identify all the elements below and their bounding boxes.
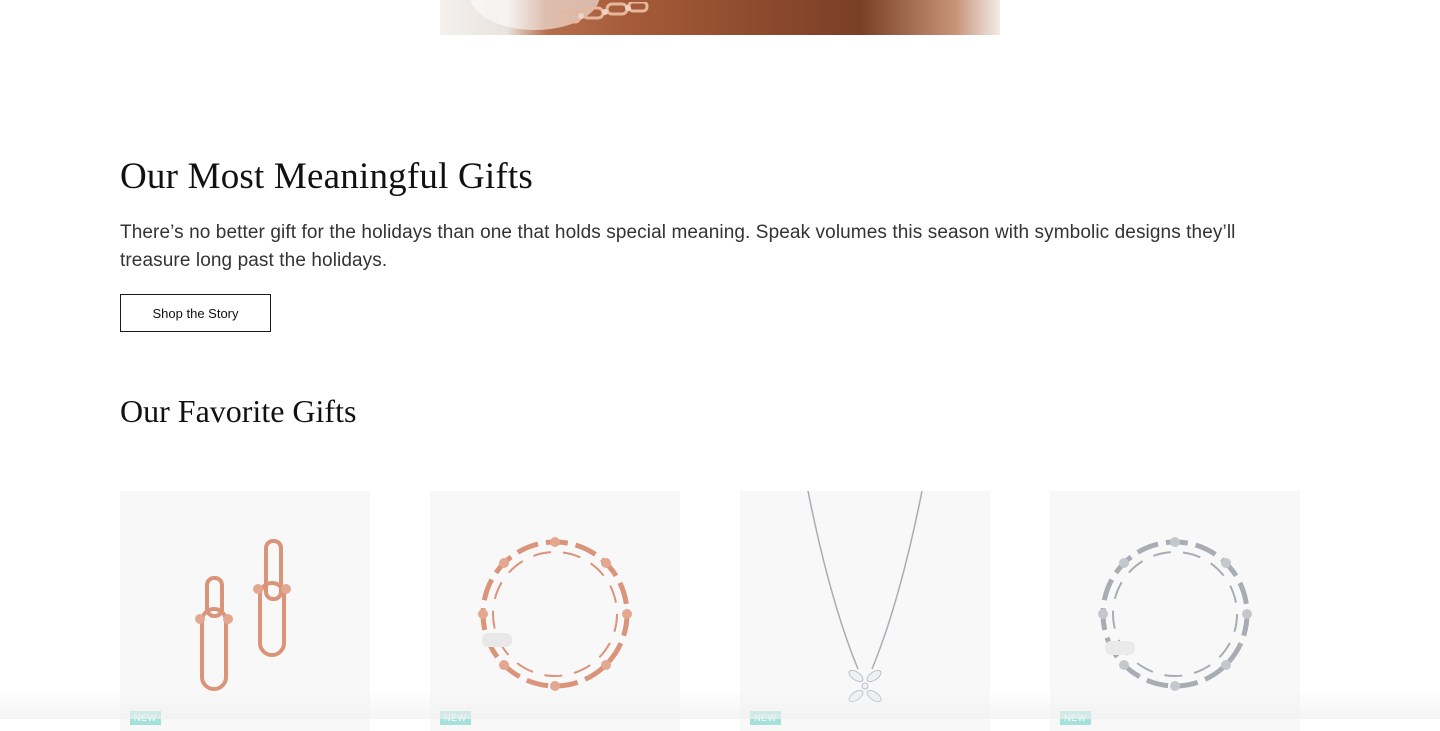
rose-gold-link-bracelet-icon — [478, 537, 632, 691]
shop-the-story-button[interactable]: Shop the Story — [120, 294, 271, 332]
section-title-favorite-gifts: Our Favorite Gifts — [120, 393, 357, 429]
new-badge: NEW — [130, 711, 161, 725]
new-badge: NEW — [440, 711, 471, 725]
rose-gold-link-earrings-icon — [195, 539, 291, 691]
product-card[interactable]: NEW — [740, 491, 990, 731]
product-card[interactable]: NEW — [120, 491, 370, 731]
new-badge: NEW — [750, 711, 781, 725]
silver-link-bracelet-icon — [1098, 537, 1252, 691]
section-description: There’s no better gift for the holidays … — [120, 222, 1236, 271]
product-card[interactable]: NEW — [1050, 491, 1300, 731]
diamond-flower-necklace-icon — [807, 491, 923, 703]
hero-chain-bracelet-icon — [558, 2, 649, 24]
new-badge: NEW — [1060, 711, 1091, 725]
hero-image — [440, 0, 1000, 35]
section-title-meaningful-gifts: Our Most Meaningful Gifts — [120, 156, 533, 197]
product-card[interactable]: NEW — [430, 491, 680, 731]
